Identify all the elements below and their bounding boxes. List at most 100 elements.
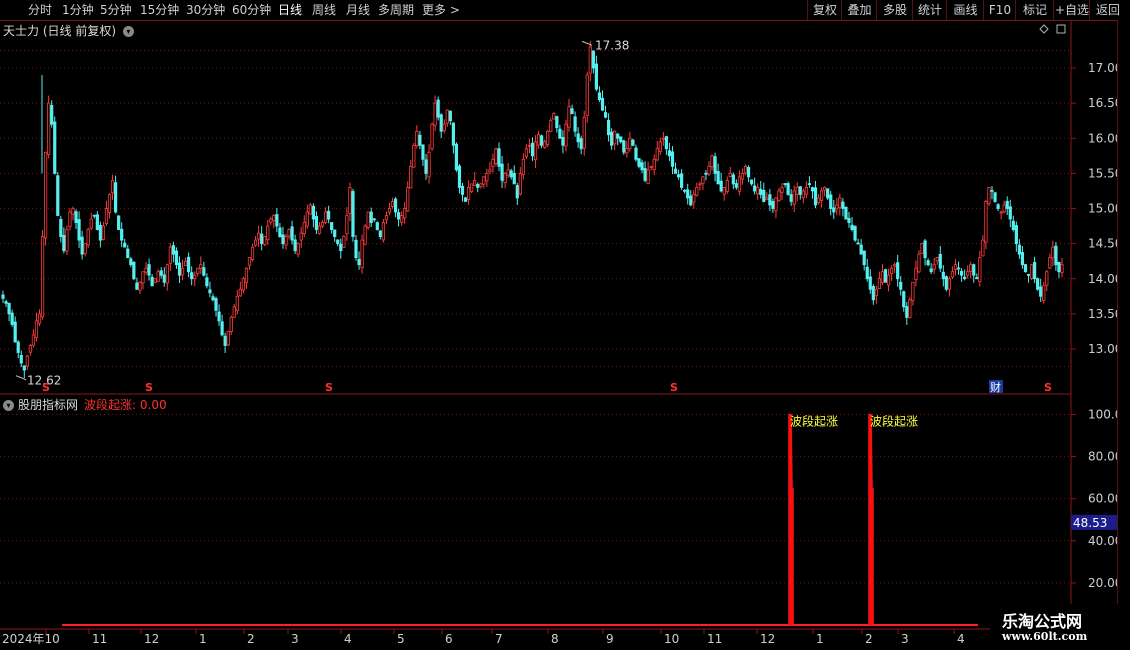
time-axis-label: 12	[144, 632, 159, 646]
candle-body	[1002, 204, 1006, 213]
candle-body	[917, 253, 921, 273]
candle-body	[929, 268, 933, 273]
chart-canvas[interactable]: 17.00 16.50 16.00 15.50 15.00 14.50 14.00 13.50…	[0, 0, 1117, 650]
time-axis-label: 2	[865, 632, 873, 646]
candle-body	[600, 97, 605, 111]
candle-body	[117, 215, 121, 230]
dividend-marker[interactable]: S	[670, 381, 678, 394]
candle-body	[333, 229, 337, 238]
watermark-url: www.60lt.com	[1002, 630, 1088, 643]
candle-body	[667, 150, 672, 157]
finance-marker[interactable]: 财	[990, 380, 1001, 394]
candle-body	[889, 267, 894, 274]
candle-body	[734, 183, 738, 188]
maximize-icon[interactable]	[1056, 24, 1066, 34]
time-axis-label: 2	[247, 632, 255, 646]
candle-body	[874, 288, 878, 297]
candle-body	[902, 291, 906, 308]
candle-body	[257, 232, 261, 240]
candle-body	[44, 151, 48, 239]
dividend-marker[interactable]: S	[325, 381, 333, 394]
candle-body	[74, 211, 78, 223]
candle-body	[859, 244, 863, 255]
price-tick-label: 15.50	[1088, 166, 1117, 180]
candle-body	[485, 172, 489, 182]
candle-body	[135, 282, 139, 290]
candle-body	[205, 277, 209, 287]
candle-body	[412, 144, 416, 168]
candle-body	[564, 123, 568, 147]
candle-body	[722, 187, 726, 195]
candle-body	[603, 112, 608, 118]
candle-body	[418, 134, 422, 146]
candle-body	[543, 141, 547, 148]
candle-body	[470, 183, 474, 192]
candle-body	[147, 264, 151, 276]
time-axis-label: 7	[495, 632, 503, 646]
price-tick-label: 15.00	[1088, 202, 1117, 216]
indicator-tick-label: 100.0	[1088, 408, 1117, 422]
candle-body	[110, 179, 115, 194]
candle-body	[804, 187, 808, 195]
time-axis-label: 4	[344, 632, 352, 646]
candle-body	[430, 123, 434, 150]
candle-body	[521, 158, 525, 176]
dividend-marker[interactable]: S	[1044, 381, 1052, 394]
candle-body	[56, 175, 60, 216]
candle-body	[835, 204, 839, 210]
candle-body	[34, 320, 39, 339]
candle-body	[613, 130, 617, 145]
candle-body	[202, 267, 206, 276]
candle-body	[16, 341, 20, 353]
candle-body	[1036, 278, 1040, 290]
candle-body	[810, 187, 815, 192]
candle-body	[13, 321, 17, 343]
candle-body	[987, 187, 991, 204]
candle-body	[400, 215, 404, 223]
candle-body	[990, 190, 994, 192]
candle-body	[737, 176, 742, 192]
candle-body	[263, 236, 267, 245]
candle-body	[996, 204, 1000, 209]
candle-body	[351, 191, 355, 238]
indicator-tick-label: 20.00	[1088, 576, 1117, 590]
candle-body	[278, 227, 282, 237]
candle-body	[926, 260, 930, 266]
candle-body	[649, 165, 653, 168]
candle-body	[476, 184, 480, 188]
candle-body	[646, 169, 650, 184]
candle-body	[226, 331, 230, 346]
candle-body	[214, 298, 218, 311]
candle-body	[71, 208, 75, 215]
time-axis-label: 3	[291, 632, 299, 646]
candle-body	[536, 134, 541, 146]
candle-body	[1026, 273, 1031, 276]
right-side-panel-edge[interactable]	[1117, 20, 1130, 650]
candle-body	[439, 114, 443, 132]
candle-body	[753, 185, 757, 192]
candle-body	[1008, 206, 1012, 220]
dividend-marker[interactable]: S	[42, 381, 50, 394]
candle-body	[619, 136, 623, 143]
candle-body	[707, 165, 711, 175]
diamond-icon[interactable]	[1039, 24, 1049, 34]
dividend-marker[interactable]: S	[145, 381, 153, 394]
time-axis-label: 2024年10	[2, 632, 60, 646]
candle-body	[183, 260, 188, 266]
candle-body	[896, 262, 900, 280]
candle-body	[363, 225, 367, 245]
candle-body	[193, 274, 197, 280]
candle-body	[972, 264, 976, 276]
candle-body	[938, 253, 942, 269]
candle-body	[789, 194, 793, 202]
indicator-tick-label: 60.00	[1088, 492, 1117, 506]
candle-body	[287, 229, 291, 237]
time-axis-label: 6	[445, 632, 453, 646]
candle-body	[975, 277, 979, 280]
candle-body	[698, 183, 702, 186]
candle-body	[238, 288, 242, 297]
candle-body	[1033, 262, 1037, 280]
candle-body	[981, 239, 985, 257]
candle-body	[506, 169, 510, 176]
indicator-tick-label: 80.00	[1088, 450, 1117, 464]
